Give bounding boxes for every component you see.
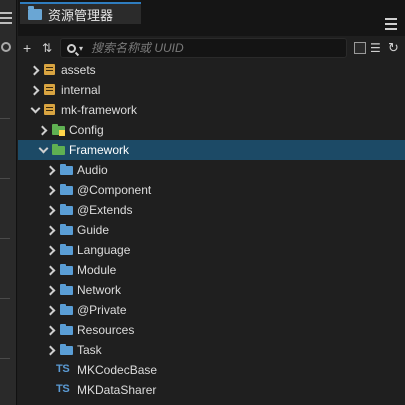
folder-icon bbox=[60, 264, 73, 276]
tree-row[interactable]: @Extends bbox=[18, 200, 405, 220]
gear-icon[interactable] bbox=[1, 42, 11, 52]
chevron-right-icon[interactable] bbox=[30, 64, 40, 76]
asset-tree: assets internal mk-framework Config Framewor… bbox=[18, 60, 405, 400]
tree-row[interactable]: internal bbox=[18, 80, 405, 100]
tab-title: 资源管理器 bbox=[48, 7, 114, 23]
search-type-caret-icon[interactable]: ▾ bbox=[79, 44, 83, 53]
folder-icon bbox=[60, 344, 73, 356]
tree-row-label: MKDataSharer bbox=[77, 383, 157, 397]
tree-row-label: mk-framework bbox=[61, 103, 138, 117]
tree-row[interactable]: Module bbox=[18, 260, 405, 280]
sort-icon[interactable]: ⇅ bbox=[42, 40, 52, 56]
chevron-right-icon[interactable] bbox=[46, 304, 56, 316]
folder-icon bbox=[60, 244, 73, 256]
tree-row-label: internal bbox=[61, 83, 101, 97]
tab-asset-explorer[interactable]: 资源管理器 bbox=[20, 2, 141, 24]
tree-row-label: Module bbox=[77, 263, 117, 277]
tree-row-label: @Private bbox=[77, 303, 127, 317]
search-icon bbox=[67, 43, 76, 53]
tree-row-label: Framework bbox=[69, 143, 130, 157]
tree-row-label: Language bbox=[77, 243, 131, 257]
tree-row-label: Network bbox=[77, 283, 122, 297]
chevron-right-icon[interactable] bbox=[46, 244, 56, 256]
chevron-right-icon[interactable] bbox=[46, 184, 56, 196]
folder-bundle-icon bbox=[52, 124, 65, 136]
filter-checkbox[interactable] bbox=[354, 42, 366, 54]
tree-row-label: Guide bbox=[77, 223, 110, 237]
chevron-right-icon[interactable] bbox=[46, 344, 56, 356]
explorer-toolbar: + ⇅ ▾ ☰ ↻ bbox=[18, 36, 405, 60]
tree-row[interactable]: @Component bbox=[18, 180, 405, 200]
folder-open-icon bbox=[52, 144, 65, 156]
folder-icon bbox=[60, 224, 73, 236]
tree-row[interactable]: mk-framework bbox=[18, 100, 405, 120]
hamburger-menu-icon[interactable] bbox=[385, 18, 397, 33]
tree-row-label: MKCodecBase bbox=[77, 363, 158, 377]
chevron-right-icon[interactable] bbox=[46, 324, 56, 336]
tree-row[interactable]: Language bbox=[18, 240, 405, 260]
refresh-icon[interactable]: ↻ bbox=[388, 40, 399, 56]
asset-explorer-panel: 资源管理器 + ⇅ ▾ ☰ ↻ assets internal mk-framewo… bbox=[18, 0, 405, 405]
search-input[interactable] bbox=[91, 41, 312, 55]
tree-row[interactable]: Task bbox=[18, 340, 405, 360]
tree-row-label: @Extends bbox=[77, 203, 133, 217]
folder-icon bbox=[28, 5, 42, 20]
chevron-right-icon[interactable] bbox=[46, 164, 56, 176]
chevron-right-icon[interactable] bbox=[46, 224, 56, 236]
panel-menu-icon[interactable] bbox=[0, 12, 12, 27]
tree-row-label: Resources bbox=[77, 323, 135, 337]
chevron-right-icon[interactable] bbox=[46, 264, 56, 276]
folder-icon bbox=[60, 164, 73, 176]
folder-icon bbox=[60, 304, 73, 316]
tree-row[interactable]: Network bbox=[18, 280, 405, 300]
adjacent-panel-edge bbox=[0, 0, 17, 405]
database-icon bbox=[44, 84, 57, 96]
folder-icon bbox=[60, 324, 73, 336]
tree-row-label: Audio bbox=[77, 163, 108, 177]
folder-icon bbox=[60, 284, 73, 296]
plus-icon[interactable]: + bbox=[23, 40, 31, 56]
panel-tab-bar: 资源管理器 bbox=[18, 0, 405, 36]
tree-row-label: Task bbox=[77, 343, 102, 357]
tree-row[interactable]: assets bbox=[18, 60, 405, 80]
typescript-file-icon: TS bbox=[56, 363, 70, 375]
tree-row[interactable]: TS MKCodecBase bbox=[18, 360, 405, 380]
chevron-right-icon[interactable] bbox=[38, 124, 48, 136]
tree-row[interactable]: Resources bbox=[18, 320, 405, 340]
tree-row[interactable]: Config bbox=[18, 120, 405, 140]
chevron-right-icon[interactable] bbox=[46, 284, 56, 296]
folder-icon bbox=[60, 204, 73, 216]
chevron-down-icon[interactable] bbox=[30, 104, 40, 116]
search-box[interactable]: ▾ bbox=[60, 38, 347, 58]
tree-row-label: assets bbox=[61, 63, 96, 77]
database-icon bbox=[44, 104, 57, 116]
tree-row[interactable]: Guide bbox=[18, 220, 405, 240]
tree-row[interactable]: TS MKDataSharer bbox=[18, 380, 405, 400]
tree-row-label: @Component bbox=[77, 183, 152, 197]
typescript-file-icon: TS bbox=[56, 383, 70, 395]
collapse-tree-icon[interactable]: ☰ bbox=[370, 40, 381, 56]
chevron-down-icon[interactable] bbox=[38, 144, 48, 156]
tree-row[interactable]: Audio bbox=[18, 160, 405, 180]
tree-row[interactable]: @Private bbox=[18, 300, 405, 320]
folder-icon bbox=[60, 184, 73, 196]
chevron-right-icon[interactable] bbox=[30, 84, 40, 96]
database-icon bbox=[44, 64, 57, 76]
tree-row[interactable]: Framework bbox=[18, 140, 405, 160]
tree-row-label: Config bbox=[69, 123, 104, 137]
chevron-right-icon[interactable] bbox=[46, 204, 56, 216]
